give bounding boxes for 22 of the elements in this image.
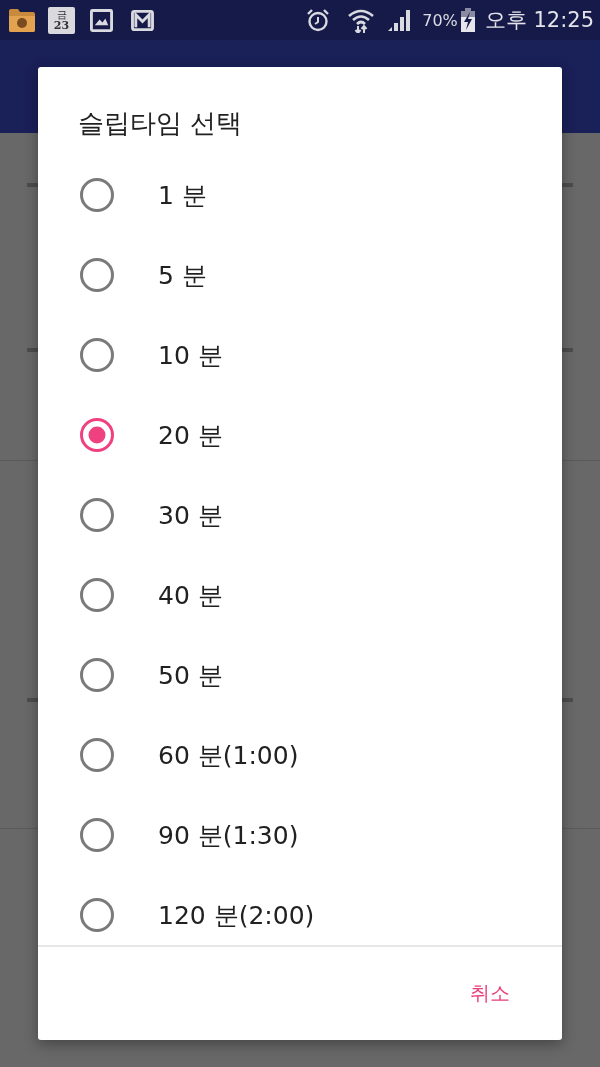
folder-icon xyxy=(8,7,36,33)
battery-charging-icon xyxy=(460,8,475,32)
radio-option[interactable]: 60 분(1:00) xyxy=(38,715,562,795)
calendar-date: 23 xyxy=(53,19,70,32)
calendar-weekday: 금 xyxy=(56,8,67,20)
clock-time: 오후 12:25 xyxy=(484,7,594,34)
radio-option[interactable]: 90 분(1:30) xyxy=(38,795,562,875)
battery-percentage: 70% xyxy=(422,10,458,30)
radio-option[interactable]: 10 분 xyxy=(38,315,562,395)
radio-option[interactable]: 5 분 xyxy=(38,235,562,315)
radio-option[interactable]: 50 분 xyxy=(38,635,562,715)
radio-option[interactable]: 1 분 xyxy=(38,155,562,235)
radio-option[interactable]: 20 분 xyxy=(38,395,562,475)
image-icon xyxy=(90,8,113,32)
radio-option[interactable]: 120 분(2:00) xyxy=(38,875,562,945)
radio-option[interactable]: 40 분 xyxy=(38,555,562,635)
alarm-clock-icon xyxy=(306,8,331,32)
dialog-title: 슬립타임 선택 xyxy=(77,107,244,140)
wifi-icon xyxy=(347,7,376,33)
cancel-button[interactable]: 취소 xyxy=(458,972,522,1015)
radio-option[interactable]: 30 분 xyxy=(38,475,562,555)
mail-icon xyxy=(131,9,154,31)
